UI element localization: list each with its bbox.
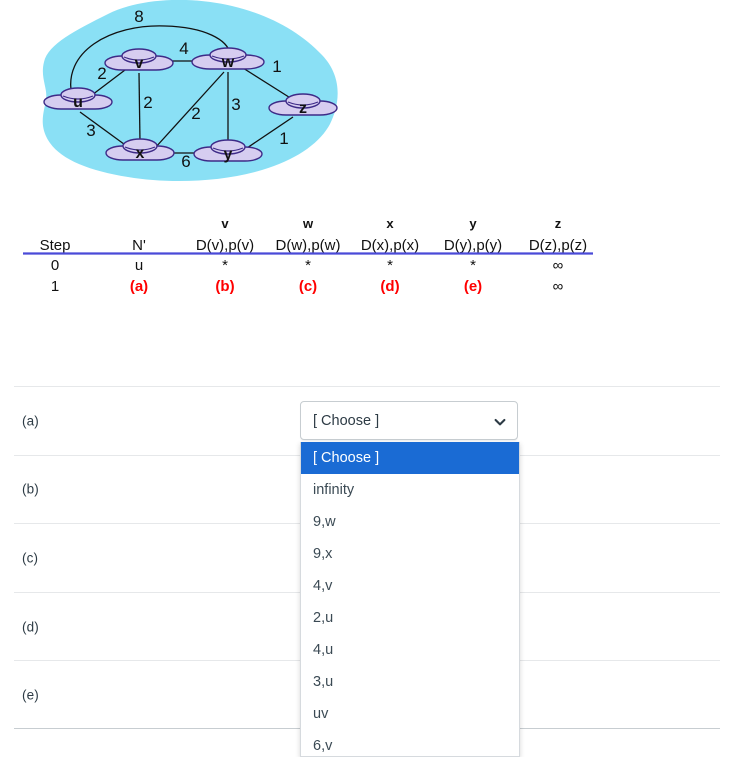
edge-cost-u-v: 2 — [97, 64, 106, 83]
table-header-0: Step — [40, 237, 71, 254]
table-r1-c5: (e) — [464, 278, 482, 295]
svg-text:w: w — [221, 54, 235, 71]
table-node-z: z — [555, 216, 562, 231]
select-option-5[interactable]: 2,u — [301, 602, 519, 634]
table-r0-c1: u — [135, 257, 143, 274]
table-r1-c3: (c) — [299, 278, 317, 295]
table-r1-c6: ∞ — [553, 278, 564, 295]
edge-cost-v-w: 4 — [179, 39, 188, 58]
table-r1-c4: (d) — [380, 278, 399, 295]
table-node-w: w — [302, 216, 314, 231]
select-option-2[interactable]: 9,w — [301, 506, 519, 538]
edge-cost-u-x: 3 — [86, 121, 95, 140]
select-option-0[interactable]: [ Choose ] — [301, 442, 519, 474]
answer-select-a[interactable]: [ Choose ] — [300, 401, 518, 440]
answer-select-options[interactable]: [ Choose ] infinity 9,w 9,x 4,v 2,u 4,u 3,u uv 6,… — [300, 442, 520, 757]
table-header-3: D(w),p(w) — [276, 237, 341, 254]
select-option-1[interactable]: infinity — [301, 474, 519, 506]
table-node-x: x — [386, 216, 394, 231]
question-label-e: (e) — [22, 687, 39, 703]
table-node-v: v — [221, 216, 229, 231]
question-label-a: (a) — [22, 413, 39, 429]
edge-cost-v-x: 2 — [143, 93, 152, 112]
dijkstra-table-figure: v w x y z Step N' D(v),p(v) D(w),p(w) D(x),p(x) D(… — [0, 210, 620, 310]
svg-text:z: z — [299, 100, 307, 117]
table-r0-c6: ∞ — [553, 257, 564, 274]
select-option-8[interactable]: uv — [301, 698, 519, 730]
table-header-1: N' — [132, 237, 146, 254]
table-r0-c0: 0 — [51, 257, 59, 274]
svg-text:x: x — [136, 145, 145, 162]
select-option-6[interactable]: 4,u — [301, 634, 519, 666]
table-r0-c3: * — [305, 257, 311, 274]
select-option-9[interactable]: 6,v — [301, 730, 519, 756]
question-label-d: (d) — [22, 619, 39, 635]
table-header-6: D(z),p(z) — [529, 237, 587, 254]
table-r0-c5: * — [470, 257, 476, 274]
select-option-3[interactable]: 9,x — [301, 538, 519, 570]
edge-cost-w-y: 3 — [231, 95, 240, 114]
table-r1-c1: (a) — [130, 278, 148, 295]
answer-select-wrapper: [ Choose ] [ Choose ] infinity 9,w 9,x 4,v 2,… — [300, 401, 520, 757]
table-header-4: D(x),p(x) — [361, 237, 419, 254]
table-r1-c2: (b) — [215, 278, 234, 295]
answer-select-value: [ Choose ] — [313, 412, 380, 429]
network-graph-figure: u v w x y z 8 2 3 4 2 2 3 1 6 1 — [0, 0, 380, 195]
chevron-down-icon — [494, 415, 506, 427]
question-label-c: (c) — [22, 550, 39, 566]
table-r0-c2: * — [222, 257, 228, 274]
edge-cost-w-z: 1 — [272, 57, 281, 76]
edge-cost-x-y: 6 — [181, 152, 190, 171]
edge-cost-w-x: 2 — [191, 104, 200, 123]
select-option-7[interactable]: 3,u — [301, 666, 519, 698]
table-r1-c0: 1 — [51, 278, 59, 295]
svg-text:y: y — [224, 146, 233, 163]
edge-cost-u-w: 8 — [134, 7, 143, 26]
table-r0-c4: * — [387, 257, 393, 274]
table-node-y: y — [469, 216, 477, 231]
edge-cost-y-z: 1 — [279, 129, 288, 148]
question-label-b: (b) — [22, 481, 39, 497]
table-header-2: D(v),p(v) — [196, 237, 254, 254]
select-option-4[interactable]: 4,v — [301, 570, 519, 602]
table-header-5: D(y),p(y) — [444, 237, 502, 254]
svg-text:u: u — [73, 94, 83, 111]
svg-text:v: v — [135, 55, 144, 72]
